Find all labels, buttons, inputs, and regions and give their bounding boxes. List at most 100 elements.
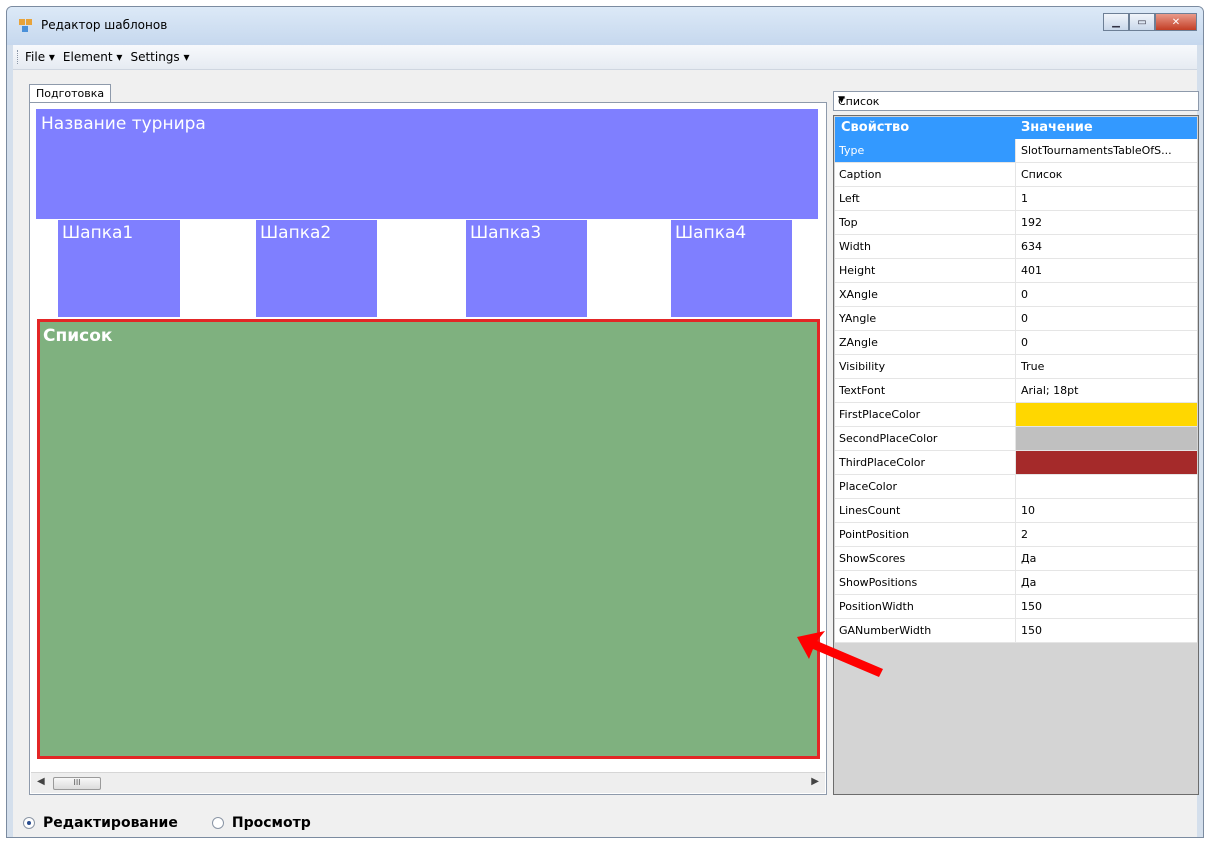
property-row-textfont[interactable]: TextFont Arial; 18pt — [835, 379, 1197, 403]
property-value[interactable]: 401 — [1015, 259, 1197, 282]
property-value[interactable]: Список — [1015, 163, 1197, 186]
property-name: Left — [839, 192, 860, 205]
menu-bar: File ▾ Element ▾ Settings ▾ — [13, 45, 1197, 70]
property-value[interactable]: 150 — [1015, 595, 1197, 618]
radio-edit-mode[interactable]: Редактирование — [23, 815, 178, 831]
property-row-secondplacecolor[interactable]: SecondPlaceColor — [835, 427, 1197, 451]
property-row-linescount[interactable]: LinesCount 10 — [835, 499, 1197, 523]
app-icon — [19, 19, 35, 33]
object-selector-dropdown[interactable]: Список ▼ — [833, 91, 1199, 111]
scroll-right-icon[interactable]: ▶ — [811, 776, 819, 787]
property-row-yangle[interactable]: YAngle 0 — [835, 307, 1197, 331]
chevron-down-icon[interactable]: ▼ — [838, 95, 1195, 105]
header-label-2: Шапка2 — [260, 223, 332, 243]
property-row-top[interactable]: Top 192 — [835, 211, 1197, 235]
maximize-button[interactable]: ▭ — [1129, 13, 1155, 31]
property-value[interactable]: 634 — [1015, 235, 1197, 258]
close-button[interactable]: ✕ — [1155, 13, 1197, 31]
menu-settings[interactable]: Settings ▾ — [130, 50, 189, 64]
menu-grip[interactable] — [17, 50, 20, 64]
list-element-selected[interactable]: Список — [37, 319, 820, 759]
property-row-placecolor[interactable]: PlaceColor — [835, 475, 1197, 499]
property-row-xangle[interactable]: XAngle 0 — [835, 283, 1197, 307]
property-name: Caption — [839, 168, 882, 181]
header-label-3: Шапка3 — [470, 223, 542, 243]
property-grid-header: Свойство Значение — [835, 117, 1197, 139]
property-value[interactable]: SlotTournamentsTableOfS... — [1015, 139, 1197, 162]
property-name: Top — [839, 216, 858, 229]
property-value[interactable] — [1015, 451, 1197, 474]
property-name: LinesCount — [839, 504, 901, 517]
property-rows: Type SlotTournamentsTableOfS... Caption Спи… — [835, 139, 1197, 643]
property-row-positionwidth[interactable]: PositionWidth 150 — [835, 595, 1197, 619]
template-canvas[interactable]: Название турнира Шапка1 Шапка2 Шапка3 Ша… — [34, 107, 824, 767]
property-row-zangle[interactable]: ZAngle 0 — [835, 331, 1197, 355]
property-value[interactable]: 0 — [1015, 331, 1197, 354]
property-grid: Свойство Значение Type SlotTournamentsTab… — [833, 115, 1199, 795]
list-element-label: Список — [43, 326, 113, 346]
property-value[interactable] — [1015, 403, 1197, 426]
property-row-firstplacecolor[interactable]: FirstPlaceColor — [835, 403, 1197, 427]
property-name: ThirdPlaceColor — [839, 456, 926, 469]
scroll-thumb[interactable]: III — [53, 777, 101, 790]
property-value[interactable]: 0 — [1015, 307, 1197, 330]
header-label-1: Шапка1 — [62, 223, 134, 243]
column-value: Значение — [1021, 120, 1093, 135]
header-element-2[interactable]: Шапка2 — [256, 220, 377, 317]
property-value[interactable]: True — [1015, 355, 1197, 378]
red-arrow-annotation — [797, 631, 883, 677]
radio-view-indicator[interactable] — [211, 817, 224, 829]
radio-view-mode[interactable]: Просмотр — [211, 815, 311, 831]
window-title: Редактор шаблонов — [41, 18, 168, 32]
property-row-visibility[interactable]: Visibility True — [835, 355, 1197, 379]
minimize-button[interactable]: ▁ — [1103, 13, 1129, 31]
tournament-title-label: Название турнира — [41, 114, 206, 134]
property-name: SecondPlaceColor — [839, 432, 938, 445]
property-value[interactable]: Да — [1015, 571, 1197, 594]
property-value[interactable]: Arial; 18pt — [1015, 379, 1197, 402]
property-value[interactable]: 2 — [1015, 523, 1197, 546]
mode-selector: Редактирование Просмотр — [23, 815, 311, 831]
title-bar[interactable]: Редактор шаблонов ▁ ▭ ✕ — [7, 7, 1203, 45]
property-row-type[interactable]: Type SlotTournamentsTableOfS... — [835, 139, 1197, 163]
menu-element[interactable]: Element ▾ — [63, 50, 123, 64]
property-value[interactable]: 1 — [1015, 187, 1197, 210]
radio-edit-label: Редактирование — [43, 815, 178, 831]
property-row-showpositions[interactable]: ShowPositions Да — [835, 571, 1197, 595]
property-name: PointPosition — [839, 528, 910, 541]
tournament-title-element[interactable]: Название турнира — [36, 109, 818, 219]
property-value[interactable] — [1015, 475, 1197, 498]
property-name: XAngle — [839, 288, 878, 301]
property-value[interactable]: Да — [1015, 547, 1197, 570]
property-value[interactable]: 192 — [1015, 211, 1197, 234]
property-value[interactable]: 10 — [1015, 499, 1197, 522]
property-row-showscores[interactable]: ShowScores Да — [835, 547, 1197, 571]
header-element-4[interactable]: Шапка4 — [671, 220, 792, 317]
radio-edit-indicator[interactable] — [23, 817, 35, 829]
property-name: Visibility — [839, 360, 886, 373]
scroll-left-icon[interactable]: ◀ — [37, 776, 45, 787]
property-name: Width — [839, 240, 871, 253]
header-element-1[interactable]: Шапка1 — [58, 220, 180, 317]
menu-file[interactable]: File ▾ — [25, 50, 55, 64]
property-row-height[interactable]: Height 401 — [835, 259, 1197, 283]
app-window: Редактор шаблонов ▁ ▭ ✕ File ▾ Element ▾… — [6, 6, 1204, 838]
property-value[interactable]: 150 — [1015, 619, 1197, 642]
property-row-ganumberwidth[interactable]: GANumberWidth 150 — [835, 619, 1197, 643]
property-row-caption[interactable]: Caption Список — [835, 163, 1197, 187]
property-row-pointposition[interactable]: PointPosition 2 — [835, 523, 1197, 547]
property-name: ShowPositions — [839, 576, 918, 589]
designer-panel: Название турнира Шапка1 Шапка2 Шапка3 Ша… — [29, 102, 827, 795]
property-row-left[interactable]: Left 1 — [835, 187, 1197, 211]
horizontal-scrollbar[interactable]: ◀ III ▶ — [31, 772, 825, 793]
column-property: Свойство — [841, 120, 910, 135]
property-row-width[interactable]: Width 634 — [835, 235, 1197, 259]
header-label-4: Шапка4 — [675, 223, 747, 243]
property-value[interactable] — [1015, 427, 1197, 450]
property-name: PlaceColor — [839, 480, 897, 493]
radio-view-label: Просмотр — [231, 815, 311, 831]
property-name: YAngle — [839, 312, 877, 325]
property-row-thirdplacecolor[interactable]: ThirdPlaceColor — [835, 451, 1197, 475]
header-element-3[interactable]: Шапка3 — [466, 220, 587, 317]
property-value[interactable]: 0 — [1015, 283, 1197, 306]
